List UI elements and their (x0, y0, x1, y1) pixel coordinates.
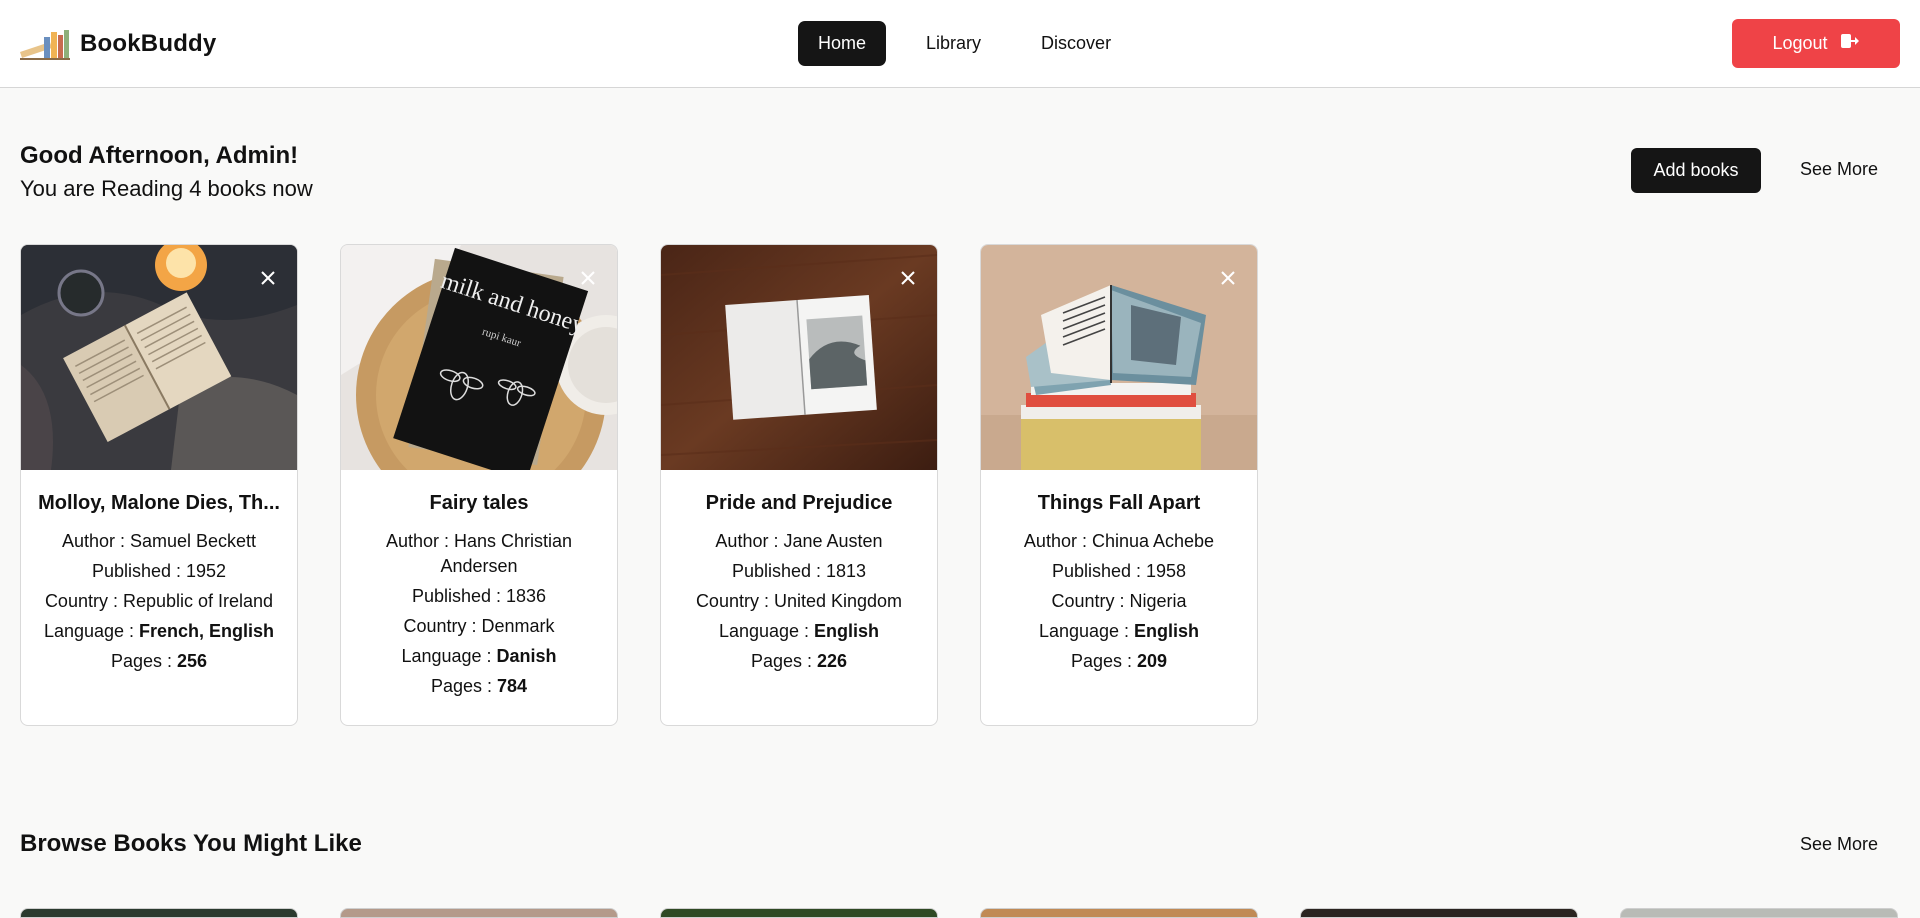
book-author: Author : Hans Christian Andersen (385, 531, 573, 576)
browse-section-title: Browse Books You Might Like (20, 830, 362, 857)
book-published: Published : 1836 (411, 586, 547, 606)
remove-book-icon[interactable] (1219, 269, 1237, 287)
book-card[interactable]: Pride and Prejudice Author : Jane Austen… (660, 244, 938, 726)
book-country: Country : Republic of Ireland (44, 591, 274, 611)
book-author: Author : Jane Austen (715, 531, 883, 551)
browse-book-thumbnail[interactable] (340, 908, 618, 918)
brand[interactable]: BookBuddy (20, 28, 216, 60)
book-cover-image (21, 245, 297, 470)
remove-book-icon[interactable] (579, 269, 597, 287)
book-card[interactable]: Molloy, Malone Dies, Th... Author : Samu… (20, 244, 298, 726)
book-info: Molloy, Malone Dies, Th... Author : Samu… (21, 470, 297, 700)
logout-label: Logout (1772, 33, 1828, 53)
book-title: Fairy tales (429, 492, 529, 514)
see-more-reading-link[interactable]: See More (1800, 159, 1878, 180)
book-pages: Pages : 256 (110, 651, 208, 671)
book-pages: Pages : 209 (1070, 651, 1168, 671)
book-pages: Pages : 226 (750, 651, 848, 671)
book-cover-image (661, 245, 937, 470)
logout-icon (1840, 33, 1860, 54)
greeting-title: Good Afternoon, Admin! (20, 142, 299, 169)
browse-book-thumbnail[interactable] (980, 908, 1258, 918)
book-cover-image (981, 245, 1257, 470)
book-published: Published : 1958 (1051, 561, 1187, 581)
nav-discover[interactable]: Discover (1021, 21, 1131, 66)
add-books-button[interactable]: Add books (1631, 148, 1761, 193)
book-title: Pride and Prejudice (705, 492, 893, 514)
book-info: Pride and Prejudice Author : Jane Austen… (661, 470, 937, 700)
book-language: Language : French, English (43, 621, 275, 641)
browse-list (20, 908, 1898, 918)
nav-library[interactable]: Library (906, 21, 1001, 66)
book-cover-image: milk and honey rupi kaur (341, 245, 617, 470)
book-published: Published : 1952 (91, 561, 227, 581)
browse-book-thumbnail[interactable] (1300, 908, 1578, 918)
book-country: Country : Nigeria (1051, 591, 1187, 611)
book-pages: Pages : 784 (430, 676, 528, 696)
book-info: Things Fall Apart Author : Chinua Achebe… (981, 470, 1257, 700)
brand-name: BookBuddy (80, 30, 217, 57)
book-title: Molloy, Malone Dies, Th... (38, 492, 280, 514)
browse-book-thumbnail[interactable] (20, 908, 298, 918)
book-info: Fairy tales Author : Hans Christian Ande… (341, 470, 617, 725)
logout-button[interactable]: Logout (1732, 19, 1900, 68)
book-language: Language : English (718, 621, 880, 641)
see-more-browse-link[interactable]: See More (1800, 834, 1878, 855)
main-nav: Home Library Discover (798, 21, 1131, 66)
book-published: Published : 1813 (731, 561, 867, 581)
book-author: Author : Samuel Beckett (61, 531, 257, 551)
browse-book-thumbnail[interactable] (660, 908, 938, 918)
reading-list: Molloy, Malone Dies, Th... Author : Samu… (20, 244, 1258, 726)
reading-count-text: You are Reading 4 books now (20, 176, 313, 201)
top-navbar: BookBuddy Home Library Discover Logout (0, 0, 1920, 88)
remove-book-icon[interactable] (899, 269, 917, 287)
browse-book-thumbnail[interactable] (1620, 908, 1898, 918)
book-language: Language : Danish (401, 646, 557, 666)
book-country: Country : United Kingdom (695, 591, 903, 611)
book-author: Author : Chinua Achebe (1023, 531, 1215, 551)
book-title: Things Fall Apart (1037, 492, 1201, 514)
book-language: Language : English (1038, 621, 1200, 641)
book-country: Country : Denmark (403, 616, 555, 636)
remove-book-icon[interactable] (259, 269, 277, 287)
book-card[interactable]: Things Fall Apart Author : Chinua Achebe… (980, 244, 1258, 726)
book-card[interactable]: milk and honey rupi kaur Fairy tales Aut… (340, 244, 618, 726)
books-logo-icon (20, 28, 70, 60)
nav-home[interactable]: Home (798, 21, 887, 66)
